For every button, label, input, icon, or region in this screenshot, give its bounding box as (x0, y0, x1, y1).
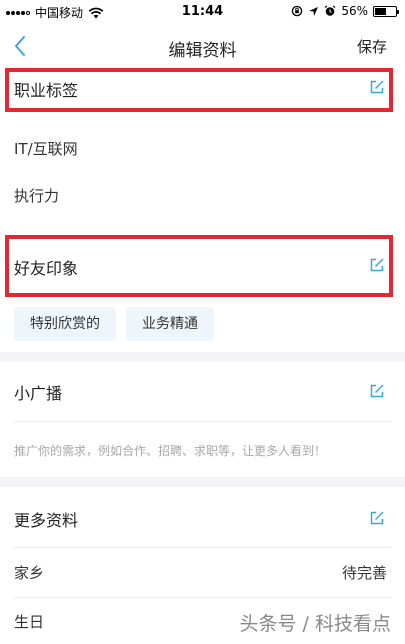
highlight-box-career-tags (5, 68, 393, 112)
watermark: 头条号 / 科技看点 (239, 613, 391, 635)
more-info-title: 更多资料 (14, 511, 79, 530)
battery-percent: 56% (341, 4, 368, 18)
hometown-row[interactable]: 家乡 待完善 (0, 548, 405, 596)
edit-icon[interactable] (369, 510, 385, 526)
divider (14, 421, 391, 422)
impression-chip: 业务精通 (126, 307, 214, 341)
broadcast-title: 小广播 (14, 384, 63, 403)
chevron-left-icon[interactable] (8, 30, 38, 62)
career-tag-item: IT/互联网 (14, 140, 78, 158)
hometown-label: 家乡 (14, 564, 45, 582)
status-right: 56% (291, 4, 399, 18)
battery-level-fill (375, 7, 387, 15)
page-title: 编辑资料 (168, 41, 237, 61)
save-button[interactable]: 保存 (357, 36, 387, 57)
status-bar: 中国移动 11:44 56% (0, 0, 405, 24)
more-info-header[interactable]: 更多资料 (0, 487, 405, 545)
broadcast-header[interactable]: 小广播 (0, 362, 405, 420)
nav-bar: 编辑资料 保存 (0, 24, 405, 68)
lock-rotation-icon (292, 5, 303, 17)
edit-icon[interactable] (369, 383, 385, 399)
alarm-icon (324, 5, 336, 16)
hometown-value: 待完善 (341, 564, 387, 582)
section-divider (0, 477, 405, 487)
location-icon (309, 6, 319, 16)
broadcast-hint: 推广你的需求，例如合作、招聘、求职等，让更多人看到！ (14, 444, 327, 458)
birthday-label: 生日 (14, 613, 45, 631)
highlight-box-friend-impressions (5, 235, 393, 297)
impression-chip: 特别欣赏的 (14, 307, 116, 341)
section-divider (0, 352, 405, 362)
battery-icon (373, 5, 399, 17)
career-tag-item: 执行力 (14, 187, 60, 205)
